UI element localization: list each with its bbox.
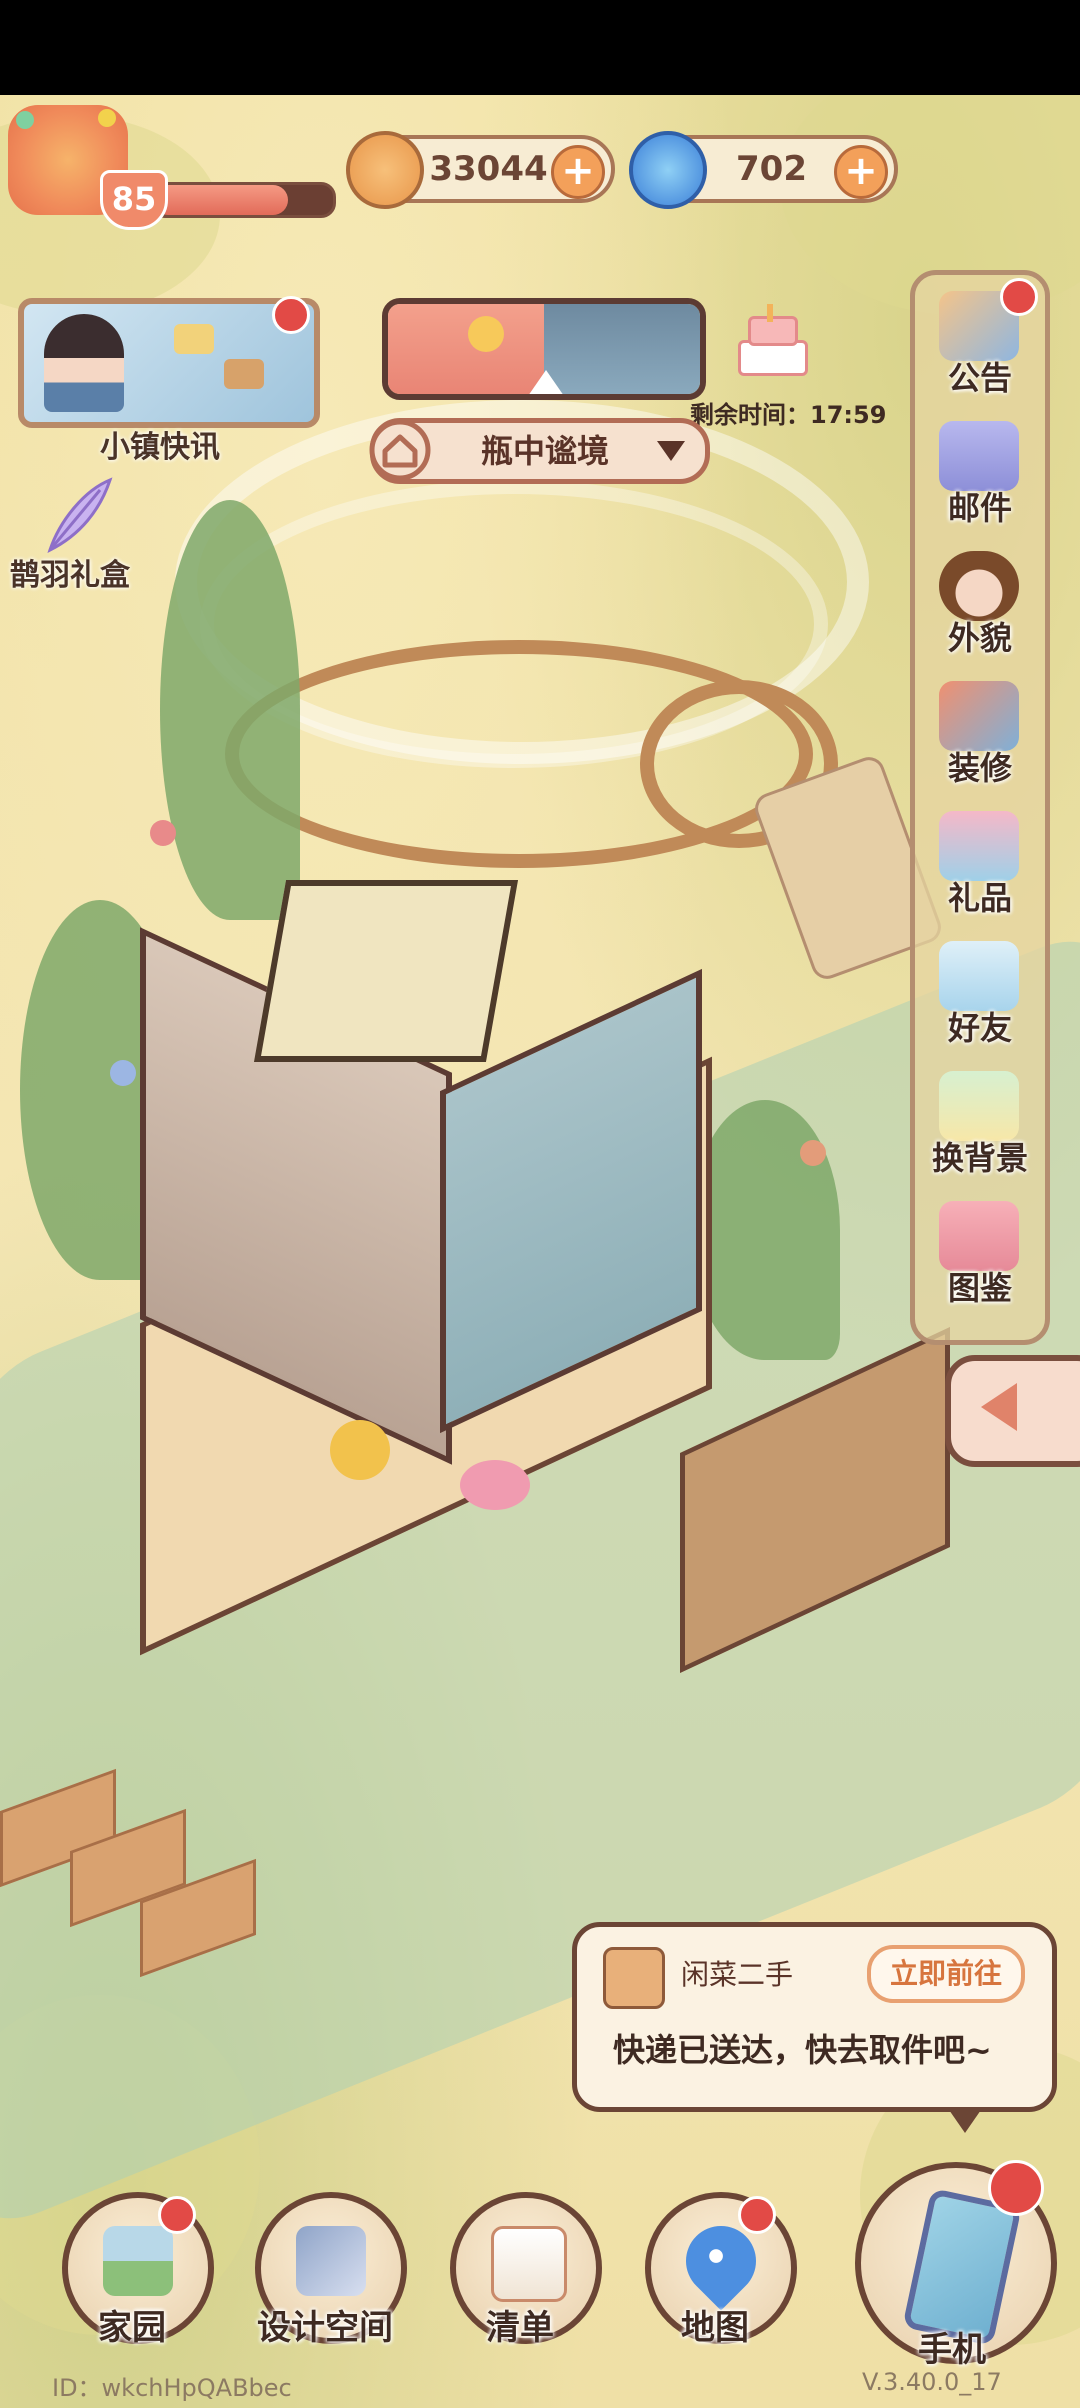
news-label: 小镇快讯 — [100, 430, 220, 465]
notification-message: 快递已送达，快去取件吧~ — [613, 2031, 992, 2069]
collapse-menu-button[interactable] — [945, 1355, 1080, 1467]
version-label: V.3.40.0_17 — [862, 2368, 1002, 2396]
phone-badge — [988, 2160, 1044, 2216]
gift-label: 鹊羽礼盒 — [10, 558, 130, 593]
nav-label-home: 家园 — [98, 2308, 166, 2348]
menu-appearance[interactable]: 外貌 — [915, 543, 1045, 663]
house-icon — [369, 419, 431, 481]
feather-gift-box[interactable] — [30, 470, 120, 560]
xp-fill — [153, 185, 288, 215]
menu-label: 换背景 — [931, 1139, 1028, 1177]
plant — [690, 1100, 840, 1360]
chevron-down-icon — [657, 441, 685, 461]
flower — [110, 1060, 136, 1086]
chevron-left-icon — [981, 1383, 1017, 1431]
nav-label-design: 设计空间 — [257, 2308, 393, 2348]
time-pointer-icon — [528, 370, 564, 394]
news-character — [44, 314, 124, 412]
flower-bush — [460, 1460, 530, 1510]
plant — [160, 500, 300, 920]
delivery-notification[interactable]: 闲菜二手 立即前往 快递已送达，快去取件吧~ — [572, 1922, 1057, 2133]
level-badge: 85 — [100, 170, 168, 230]
flower — [150, 820, 176, 846]
add-coins-button[interactable]: + — [551, 145, 605, 199]
background-icon — [939, 1071, 1019, 1141]
room-canopy — [253, 880, 519, 1062]
home-badge — [158, 2196, 196, 2234]
flower-bush — [330, 1420, 390, 1480]
birthday-cake-icon[interactable] — [730, 300, 810, 380]
day-night-indicator[interactable] — [382, 298, 706, 400]
notification-sender: 闲菜二手 — [681, 1958, 794, 1991]
right-menu-panel: 公告 邮件 外貌 装修 礼品 好友 换背景 图鉴 — [910, 270, 1050, 1345]
nav-label-list: 清单 — [486, 2308, 554, 2348]
menu-label: 公告 — [947, 359, 1012, 397]
decorate-icon — [939, 681, 1019, 751]
menu-label: 礼品 — [947, 879, 1012, 917]
event-timer: 剩余时间：17:59 — [690, 401, 887, 429]
coin-icon — [346, 131, 424, 209]
package-icon — [224, 359, 264, 389]
day-half — [388, 304, 544, 394]
menu-label: 图鉴 — [947, 1269, 1012, 1307]
sun-icon — [468, 316, 504, 352]
list-icon — [491, 2226, 567, 2302]
announcement-badge — [1000, 278, 1038, 316]
menu-background[interactable]: 换背景 — [915, 1063, 1045, 1183]
menu-friends[interactable]: 好友 — [915, 933, 1045, 1053]
friends-icon — [939, 941, 1019, 1011]
menu-label: 外貌 — [947, 619, 1012, 657]
menu-album[interactable]: 图鉴 — [915, 1193, 1045, 1313]
album-icon — [939, 1201, 1019, 1271]
xp-bar — [150, 182, 336, 218]
news-badge — [272, 296, 310, 334]
menu-label: 邮件 — [947, 489, 1012, 527]
go-now-button[interactable]: 立即前往 — [867, 1945, 1025, 2003]
parcel-icon — [603, 1947, 665, 2009]
night-half — [544, 304, 700, 394]
menu-decorate[interactable]: 装修 — [915, 673, 1045, 793]
menu-label: 装修 — [947, 749, 1012, 787]
mail-icon — [939, 421, 1019, 491]
add-gems-button[interactable]: + — [834, 145, 888, 199]
gem-value: 702 — [736, 149, 807, 189]
menu-label: 好友 — [947, 1009, 1012, 1047]
location-selector[interactable]: 瓶中谧境 — [369, 418, 710, 484]
gem-icon — [629, 131, 707, 209]
bubble-tail — [947, 2107, 983, 2133]
nav-label-map: 地图 — [681, 2308, 749, 2348]
appearance-icon — [939, 551, 1019, 621]
menu-mail[interactable]: 邮件 — [915, 413, 1045, 533]
home-icon — [103, 2226, 173, 2296]
feather-icon — [47, 477, 113, 553]
flower — [800, 1140, 826, 1166]
coin-value: 33044 — [429, 149, 548, 189]
player-id: ID：wkchHpQABbec — [52, 2374, 292, 2402]
design-icon — [296, 2226, 366, 2296]
menu-gift[interactable]: 礼品 — [915, 803, 1045, 923]
gift-icon — [939, 811, 1019, 881]
map-badge — [738, 2196, 776, 2234]
gem-counter: 702 + — [629, 131, 898, 209]
nav-label-phone: 手机 — [918, 2330, 986, 2370]
package-icon — [174, 324, 214, 354]
coin-counter: 33044 + — [346, 131, 615, 209]
location-name: 瓶中谧境 — [480, 432, 609, 470]
status-bar — [0, 0, 1080, 95]
